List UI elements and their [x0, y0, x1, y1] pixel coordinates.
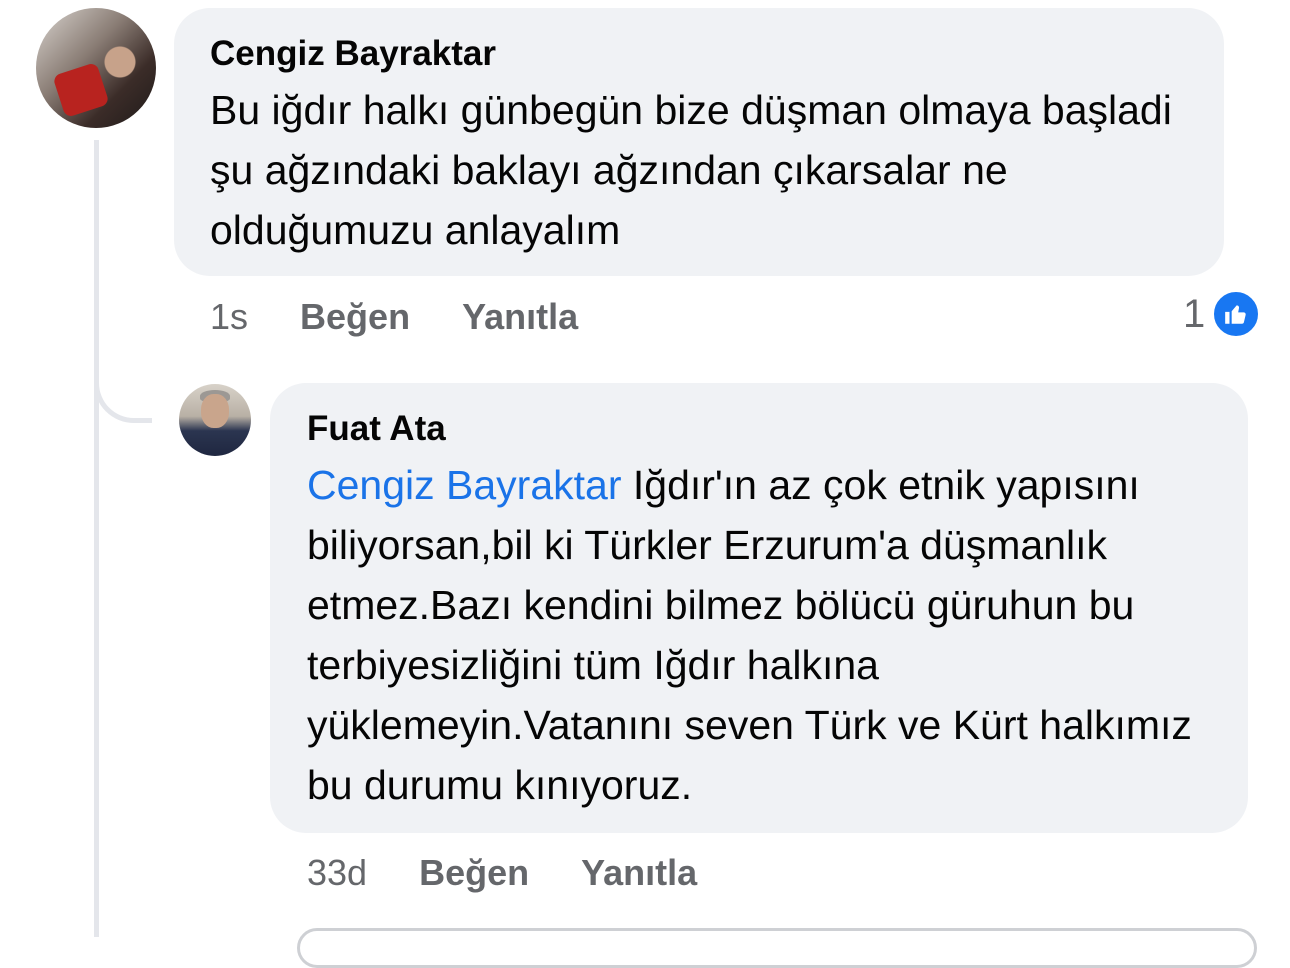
reaction-count: 1 [1183, 291, 1206, 336]
comment-author[interactable]: Cengiz Bayraktar [210, 34, 1188, 74]
like-button[interactable]: Beğen [300, 296, 410, 338]
reaction-summary[interactable]: 1 [1183, 289, 1262, 339]
comment-time[interactable]: 33d [307, 852, 367, 894]
comment-time[interactable]: 1s [210, 296, 248, 338]
thread-line [94, 140, 99, 937]
comment-bubble: Cengiz Bayraktar Bu iğdır halkı günbegün… [174, 8, 1224, 276]
reply-button[interactable]: Yanıtla [581, 852, 697, 894]
reply-button[interactable]: Yanıtla [462, 296, 578, 338]
avatar-photo-detail [201, 394, 229, 428]
comment-actions: 33d Beğen Yanıtla [307, 852, 749, 894]
like-button[interactable]: Beğen [419, 852, 529, 894]
comment-body: Iğdır'ın az çok etnik yapısını biliyorsa… [307, 462, 1192, 808]
reply-input-box[interactable] [297, 928, 1257, 968]
mention-link[interactable]: Cengiz Bayraktar [307, 462, 621, 508]
avatar[interactable] [36, 8, 156, 128]
comment-actions: 1s Beğen Yanıtla [210, 296, 630, 338]
comment-text: Cengiz Bayraktar Iğdır'ın az çok etnik y… [307, 455, 1212, 815]
avatar-photo-detail [52, 61, 110, 119]
comment-author[interactable]: Fuat Ata [307, 409, 1212, 449]
avatar[interactable] [179, 384, 251, 456]
comment-bubble: Fuat Ata Cengiz Bayraktar Iğdır'ın az ço… [270, 383, 1248, 833]
thumbs-up-icon [1211, 289, 1262, 339]
comment-text: Bu iğdır halkı günbegün bize düşman olma… [210, 87, 1172, 253]
reply-connector [94, 365, 152, 423]
